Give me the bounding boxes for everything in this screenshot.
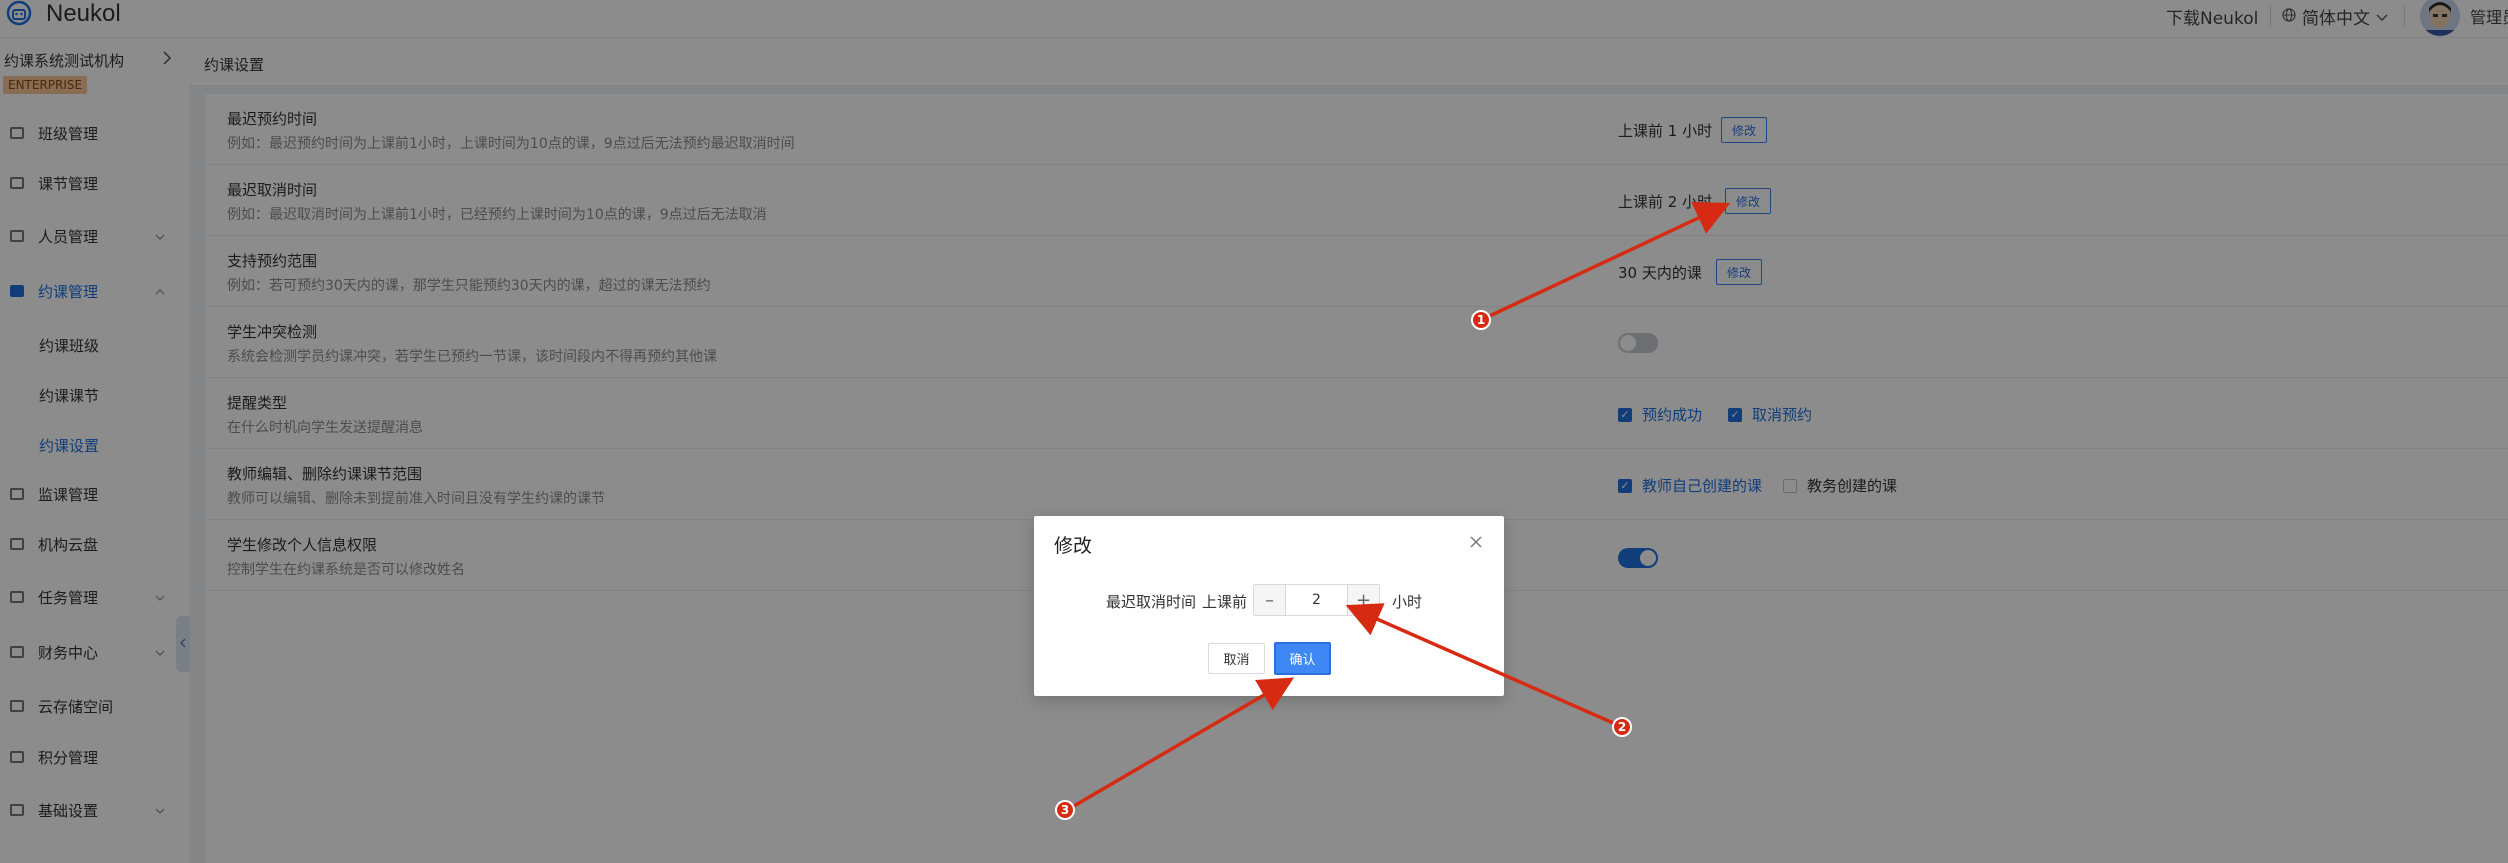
edit-modal: 修改 最迟取消时间 上课前 – + 小时 取消 确认 xyxy=(1034,516,1504,696)
close-icon[interactable] xyxy=(1470,532,1482,553)
annotation-marker-1: 1 xyxy=(1471,310,1491,330)
confirm-button[interactable]: 确认 xyxy=(1274,642,1331,675)
annotation-marker-2: 2 xyxy=(1612,717,1632,737)
decrement-button[interactable]: – xyxy=(1254,585,1286,615)
annotation-marker-3: 3 xyxy=(1055,800,1075,820)
field-suffix: 小时 xyxy=(1392,593,1423,611)
modal-title: 修改 xyxy=(1054,535,1093,557)
increment-button[interactable]: + xyxy=(1347,585,1379,615)
cancel-button[interactable]: 取消 xyxy=(1208,643,1265,674)
hours-input[interactable] xyxy=(1286,585,1347,615)
modal-mask[interactable] xyxy=(0,0,2508,863)
field-label: 最迟取消时间 xyxy=(1106,593,1197,611)
hours-stepper: – + xyxy=(1253,584,1380,616)
field-prefix: 上课前 xyxy=(1202,593,1248,611)
